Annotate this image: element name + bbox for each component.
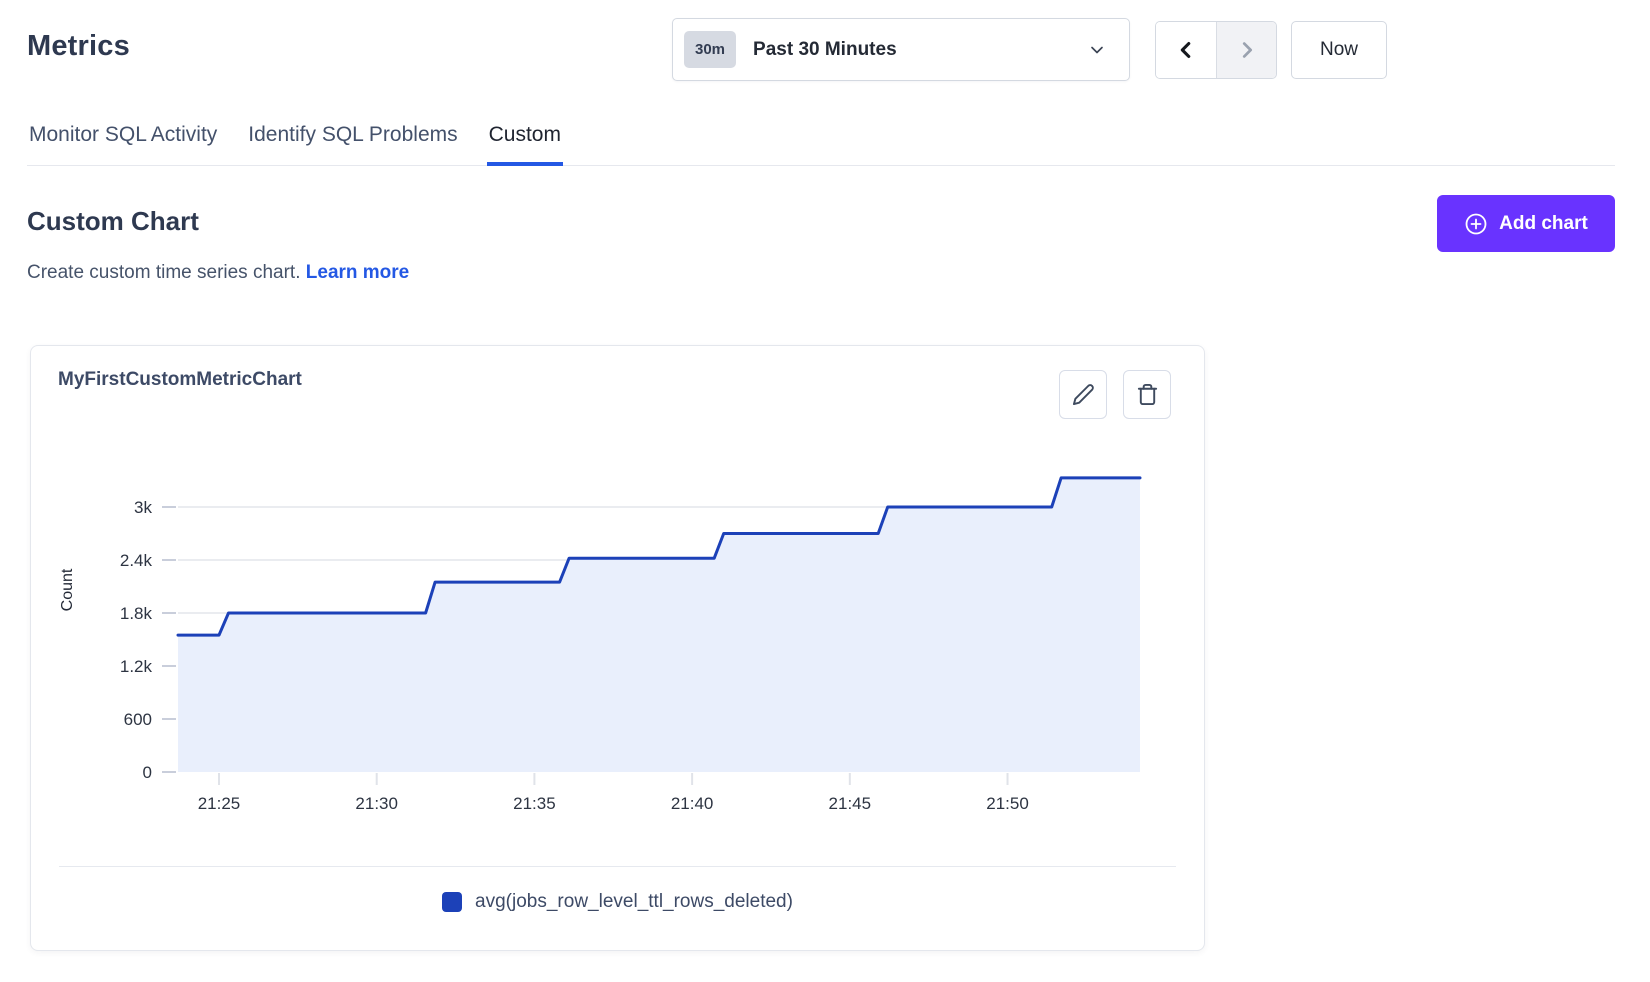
trash-icon bbox=[1136, 383, 1159, 406]
time-controls: 30m Past 30 Minutes Now bbox=[672, 18, 1387, 81]
y-tick-label: 1.2k bbox=[120, 657, 153, 676]
tab-bar: Monitor SQL Activity Identify SQL Problem… bbox=[27, 117, 1615, 166]
delete-chart-button[interactable] bbox=[1123, 370, 1171, 419]
section-description: Create custom time series chart. Learn m… bbox=[27, 262, 409, 284]
custom-time-series-chart[interactable]: 0 600 1.2k 1.8k 2.4k 3k 21:25 21:30 21:35 21:40 21… bbox=[31, 441, 1206, 821]
time-step-buttons bbox=[1155, 21, 1277, 79]
add-chart-button[interactable]: Add chart bbox=[1437, 195, 1615, 252]
next-time-button[interactable] bbox=[1216, 22, 1276, 78]
x-tick-label: 21:25 bbox=[198, 794, 241, 813]
chart-title: MyFirstCustomMetricChart bbox=[58, 369, 302, 391]
x-tick-label: 21:40 bbox=[671, 794, 714, 813]
legend-label: avg(jobs_row_level_ttl_rows_deleted) bbox=[475, 891, 793, 913]
pencil-icon bbox=[1072, 383, 1095, 406]
chart-actions bbox=[1059, 370, 1171, 419]
tab-monitor-sql-activity[interactable]: Monitor SQL Activity bbox=[27, 117, 219, 166]
tab-custom[interactable]: Custom bbox=[487, 117, 563, 166]
chevron-down-icon bbox=[1087, 40, 1107, 60]
time-range-dropdown[interactable]: 30m Past 30 Minutes bbox=[672, 18, 1130, 81]
legend-swatch bbox=[442, 892, 462, 912]
y-tick-label: 3k bbox=[134, 498, 152, 517]
add-chart-label: Add chart bbox=[1499, 213, 1588, 235]
y-axis-label: Count bbox=[59, 568, 76, 611]
y-tick-label: 1.8k bbox=[120, 604, 153, 623]
chevron-left-icon bbox=[1175, 37, 1197, 63]
learn-more-link[interactable]: Learn more bbox=[306, 262, 409, 283]
legend-item[interactable]: avg(jobs_row_level_ttl_rows_deleted) bbox=[442, 891, 793, 913]
now-button[interactable]: Now bbox=[1291, 21, 1387, 79]
time-range-badge: 30m bbox=[684, 31, 736, 68]
card-divider bbox=[59, 866, 1176, 867]
x-tick-label: 21:50 bbox=[986, 794, 1029, 813]
section-title: Custom Chart bbox=[27, 206, 409, 237]
section-description-text: Create custom time series chart. bbox=[27, 262, 300, 283]
plus-circle-icon bbox=[1464, 212, 1488, 236]
x-tick-label: 21:30 bbox=[355, 794, 398, 813]
x-tick-label: 21:35 bbox=[513, 794, 556, 813]
page-title: Metrics bbox=[27, 30, 130, 63]
custom-chart-section-header: Custom Chart Create custom time series c… bbox=[27, 166, 1615, 284]
series-area bbox=[178, 478, 1140, 772]
edit-chart-button[interactable] bbox=[1059, 370, 1107, 419]
page-header: Metrics 30m Past 30 Minutes bbox=[27, 0, 1615, 81]
tab-identify-sql-problems[interactable]: Identify SQL Problems bbox=[246, 117, 459, 166]
time-range-label: Past 30 Minutes bbox=[753, 39, 1087, 61]
metrics-page: Metrics 30m Past 30 Minutes bbox=[0, 0, 1650, 951]
chart-legend: avg(jobs_row_level_ttl_rows_deleted) bbox=[31, 891, 1204, 913]
y-tick-label: 2.4k bbox=[120, 551, 153, 570]
chevron-right-icon bbox=[1236, 37, 1258, 63]
chart-card: MyFirstCustomMetricChart 0 600 1.2k 1.8k 2.4… bbox=[30, 345, 1205, 951]
previous-time-button[interactable] bbox=[1156, 22, 1216, 78]
x-tick-label: 21:45 bbox=[829, 794, 872, 813]
y-tick-label: 0 bbox=[143, 763, 152, 782]
section-text: Custom Chart Create custom time series c… bbox=[27, 166, 409, 284]
y-tick-label: 600 bbox=[124, 710, 152, 729]
